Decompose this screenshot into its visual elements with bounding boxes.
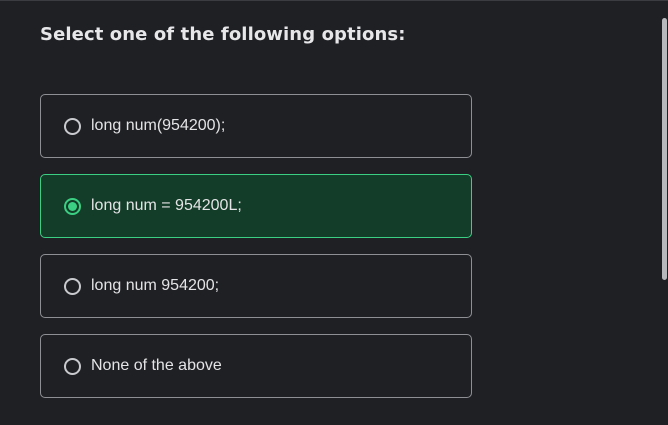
option-1[interactable]: long num(954200);: [40, 94, 472, 158]
option-label: long num(954200);: [91, 117, 226, 134]
radio-dot-icon: [68, 201, 77, 211]
option-label: long num = 954200L;: [91, 197, 242, 214]
option-3[interactable]: long num 954200;: [40, 254, 472, 318]
options-list: long num(954200); long num = 954200L; lo…: [40, 94, 472, 414]
option-label: None of the above: [91, 357, 222, 374]
radio-button-icon[interactable]: [64, 197, 81, 215]
option-2[interactable]: long num = 954200L;: [40, 174, 472, 238]
option-4[interactable]: None of the above: [40, 334, 472, 398]
radio-button-icon[interactable]: [64, 117, 81, 135]
radio-button-icon[interactable]: [64, 277, 81, 295]
scrollbar-thumb[interactable]: [662, 18, 667, 280]
top-divider: [0, 0, 668, 1]
radio-button-icon[interactable]: [64, 357, 81, 375]
option-label: long num 954200;: [91, 277, 220, 294]
question-prompt: Select one of the following options:: [40, 24, 406, 45]
